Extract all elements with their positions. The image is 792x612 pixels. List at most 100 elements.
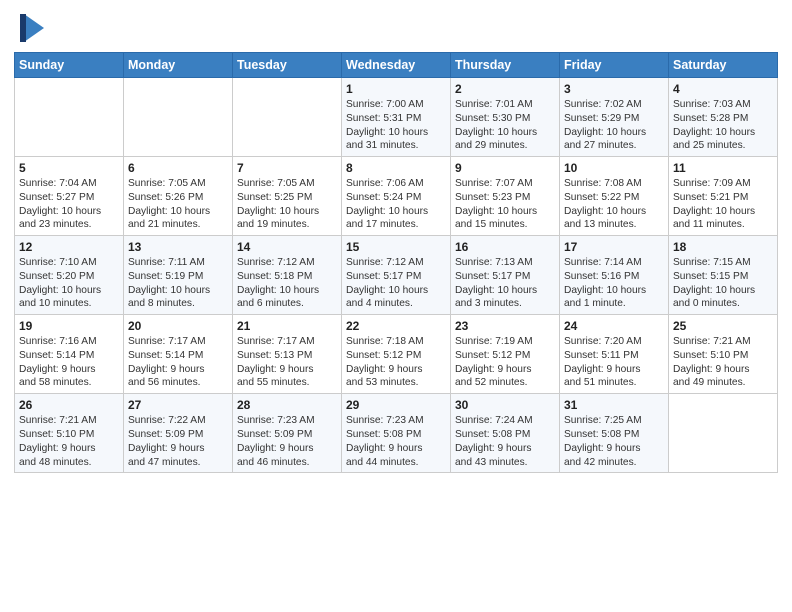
day-number: 4 [673,82,773,96]
calendar-cell [233,78,342,157]
calendar-cell: 23 Sunrise: 7:19 AMSunset: 5:12 PMDayligh… [451,315,560,394]
day-number: 5 [19,161,119,175]
calendar-cell: 1 Sunrise: 7:00 AMSunset: 5:31 PMDaylight… [342,78,451,157]
calendar-cell: 12Sunrise: 7:10 AMSunset: 5:20 PMDayligh… [15,236,124,315]
calendar-cell: 15 Sunrise: 7:12 AMSunset: 5:17 PMDayligh… [342,236,451,315]
calendar-cell: 14 Sunrise: 7:12 AMSunset: 5:18 PMDayligh… [233,236,342,315]
header [14,10,778,46]
day-info: Sunrise: 7:19 AMSunset: 5:12 PMDaylight:… [455,335,555,390]
day-number: 30 [455,398,555,412]
logo-icon [16,10,46,46]
calendar-cell: 13Sunrise: 7:11 AMSunset: 5:19 PMDayligh… [124,236,233,315]
day-info: Sunrise: 7:07 AMSunset: 5:23 PMDaylight:… [455,177,555,232]
weekday-header-wednesday: Wednesday [342,53,451,78]
day-info: Sunrise: 7:22 AMSunset: 5:09 PMDaylight:… [128,414,228,469]
weekday-header-thursday: Thursday [451,53,560,78]
day-number: 17 [564,240,664,254]
day-info: Sunrise: 7:00 AMSunset: 5:31 PMDaylight:… [346,98,446,153]
calendar-cell: 22 Sunrise: 7:18 AMSunset: 5:12 PMDayligh… [342,315,451,394]
calendar-cell: 16 Sunrise: 7:13 AMSunset: 5:17 PMDayligh… [451,236,560,315]
calendar-cell [124,78,233,157]
calendar: SundayMondayTuesdayWednesdayThursdayFrid… [14,52,778,473]
day-info: Sunrise: 7:05 AMSunset: 5:25 PMDaylight:… [237,177,337,232]
weekday-header-monday: Monday [124,53,233,78]
calendar-cell: 20Sunrise: 7:17 AMSunset: 5:14 PMDayligh… [124,315,233,394]
calendar-cell: 11Sunrise: 7:09 AMSunset: 5:21 PMDayligh… [669,157,778,236]
weekday-header-tuesday: Tuesday [233,53,342,78]
day-number: 26 [19,398,119,412]
day-number: 25 [673,319,773,333]
day-info: Sunrise: 7:01 AMSunset: 5:30 PMDaylight:… [455,98,555,153]
day-number: 23 [455,319,555,333]
day-info: Sunrise: 7:08 AMSunset: 5:22 PMDaylight:… [564,177,664,232]
day-number: 6 [128,161,228,175]
day-number: 21 [237,319,337,333]
day-number: 29 [346,398,446,412]
day-info: Sunrise: 7:17 AMSunset: 5:14 PMDaylight:… [128,335,228,390]
day-info: Sunrise: 7:21 AMSunset: 5:10 PMDaylight:… [19,414,119,469]
day-number: 1 [346,82,446,96]
day-info: Sunrise: 7:04 AMSunset: 5:27 PMDaylight:… [19,177,119,232]
calendar-week-1: 1 Sunrise: 7:00 AMSunset: 5:31 PMDaylight… [15,78,778,157]
day-info: Sunrise: 7:05 AMSunset: 5:26 PMDaylight:… [128,177,228,232]
day-info: Sunrise: 7:25 AMSunset: 5:08 PMDaylight:… [564,414,664,469]
day-info: Sunrise: 7:17 AMSunset: 5:13 PMDaylight:… [237,335,337,390]
day-info: Sunrise: 7:16 AMSunset: 5:14 PMDaylight:… [19,335,119,390]
day-info: Sunrise: 7:18 AMSunset: 5:12 PMDaylight:… [346,335,446,390]
calendar-cell: 8 Sunrise: 7:06 AMSunset: 5:24 PMDaylight… [342,157,451,236]
calendar-cell: 30 Sunrise: 7:24 AMSunset: 5:08 PMDayligh… [451,394,560,473]
day-info: Sunrise: 7:24 AMSunset: 5:08 PMDaylight:… [455,414,555,469]
calendar-cell [15,78,124,157]
day-number: 9 [455,161,555,175]
day-info: Sunrise: 7:12 AMSunset: 5:17 PMDaylight:… [346,256,446,311]
day-number: 24 [564,319,664,333]
calendar-header-row: SundayMondayTuesdayWednesdayThursdayFrid… [15,53,778,78]
calendar-cell: 18Sunrise: 7:15 AMSunset: 5:15 PMDayligh… [669,236,778,315]
day-number: 31 [564,398,664,412]
day-number: 16 [455,240,555,254]
calendar-week-4: 19 Sunrise: 7:16 AMSunset: 5:14 PMDayligh… [15,315,778,394]
day-info: Sunrise: 7:02 AMSunset: 5:29 PMDaylight:… [564,98,664,153]
day-number: 2 [455,82,555,96]
day-info: Sunrise: 7:03 AMSunset: 5:28 PMDaylight:… [673,98,773,153]
calendar-cell: 3 Sunrise: 7:02 AMSunset: 5:29 PMDaylight… [560,78,669,157]
calendar-cell: 4 Sunrise: 7:03 AMSunset: 5:28 PMDaylight… [669,78,778,157]
page: SundayMondayTuesdayWednesdayThursdayFrid… [0,0,792,483]
day-number: 10 [564,161,664,175]
day-info: Sunrise: 7:13 AMSunset: 5:17 PMDaylight:… [455,256,555,311]
calendar-week-5: 26 Sunrise: 7:21 AMSunset: 5:10 PMDayligh… [15,394,778,473]
calendar-week-3: 12Sunrise: 7:10 AMSunset: 5:20 PMDayligh… [15,236,778,315]
calendar-cell: 10 Sunrise: 7:08 AMSunset: 5:22 PMDayligh… [560,157,669,236]
day-number: 8 [346,161,446,175]
calendar-cell: 29 Sunrise: 7:23 AMSunset: 5:08 PMDayligh… [342,394,451,473]
day-info: Sunrise: 7:23 AMSunset: 5:08 PMDaylight:… [346,414,446,469]
day-number: 28 [237,398,337,412]
day-info: Sunrise: 7:06 AMSunset: 5:24 PMDaylight:… [346,177,446,232]
day-info: Sunrise: 7:12 AMSunset: 5:18 PMDaylight:… [237,256,337,311]
calendar-cell: 21 Sunrise: 7:17 AMSunset: 5:13 PMDayligh… [233,315,342,394]
weekday-header-friday: Friday [560,53,669,78]
day-number: 14 [237,240,337,254]
calendar-cell: 6 Sunrise: 7:05 AMSunset: 5:26 PMDaylight… [124,157,233,236]
day-info: Sunrise: 7:14 AMSunset: 5:16 PMDaylight:… [564,256,664,311]
day-number: 19 [19,319,119,333]
calendar-cell: 27Sunrise: 7:22 AMSunset: 5:09 PMDayligh… [124,394,233,473]
day-number: 11 [673,161,773,175]
calendar-cell [669,394,778,473]
calendar-week-2: 5 Sunrise: 7:04 AMSunset: 5:27 PMDaylight… [15,157,778,236]
day-info: Sunrise: 7:15 AMSunset: 5:15 PMDaylight:… [673,256,773,311]
day-number: 7 [237,161,337,175]
day-number: 12 [19,240,119,254]
day-info: Sunrise: 7:20 AMSunset: 5:11 PMDaylight:… [564,335,664,390]
day-number: 15 [346,240,446,254]
calendar-cell: 17 Sunrise: 7:14 AMSunset: 5:16 PMDayligh… [560,236,669,315]
calendar-cell: 24 Sunrise: 7:20 AMSunset: 5:11 PMDayligh… [560,315,669,394]
calendar-cell: 28 Sunrise: 7:23 AMSunset: 5:09 PMDayligh… [233,394,342,473]
weekday-header-saturday: Saturday [669,53,778,78]
calendar-cell: 26 Sunrise: 7:21 AMSunset: 5:10 PMDayligh… [15,394,124,473]
day-number: 3 [564,82,664,96]
day-info: Sunrise: 7:23 AMSunset: 5:09 PMDaylight:… [237,414,337,469]
logo [14,10,46,46]
day-info: Sunrise: 7:21 AMSunset: 5:10 PMDaylight:… [673,335,773,390]
day-number: 22 [346,319,446,333]
